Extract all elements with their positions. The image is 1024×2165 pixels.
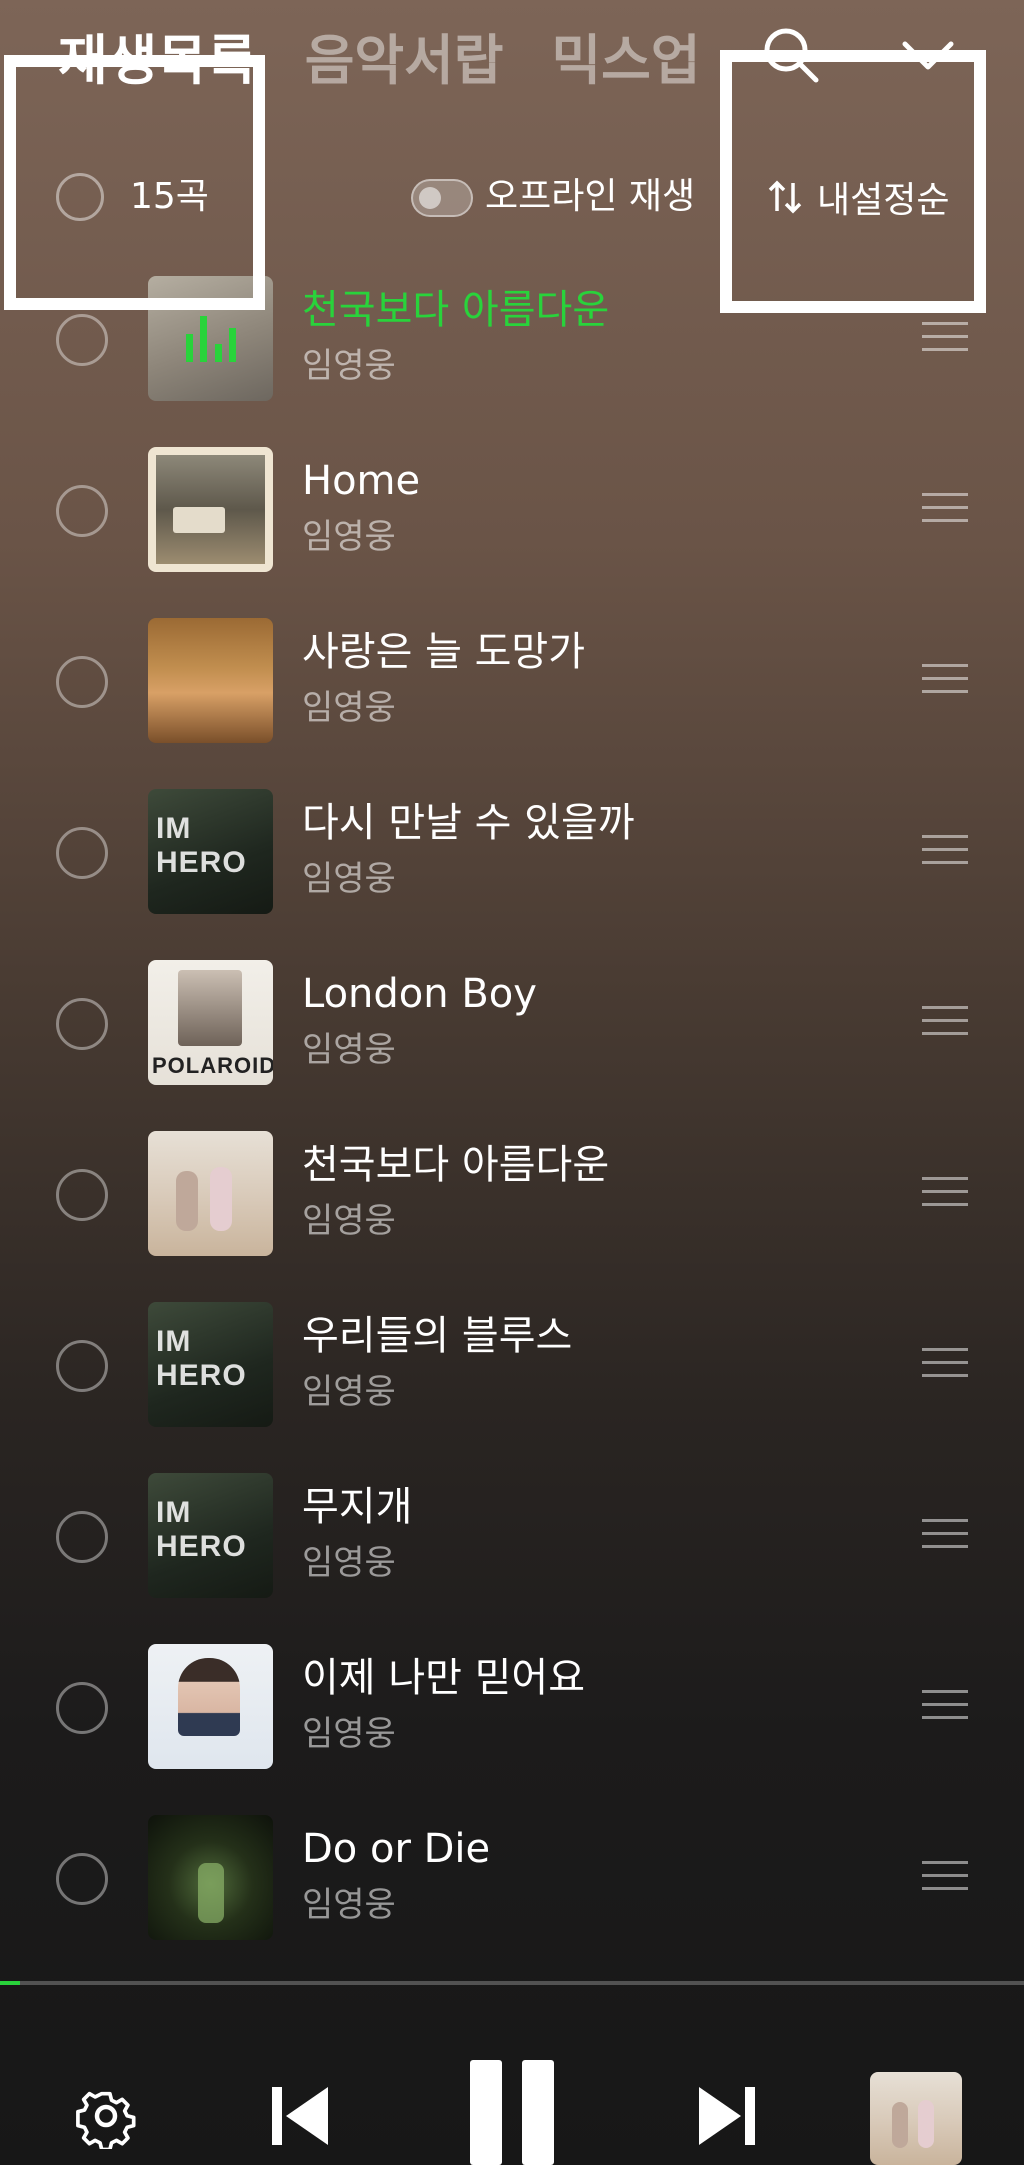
track-select-checkbox[interactable] [56,485,108,537]
now-playing-equalizer-icon [186,316,236,362]
track-artist: 임영웅 [302,688,396,728]
track-select-checkbox[interactable] [56,1340,108,1392]
drag-handle-icon[interactable] [922,322,968,354]
track-select-checkbox[interactable] [56,1682,108,1734]
track-select-checkbox[interactable] [56,314,108,366]
track-row[interactable]: Home 임영웅 [0,443,1024,614]
track-row[interactable]: POLAROID London Boy 임영웅 [0,956,1024,1127]
track-title: 무지개 [302,1484,413,1530]
album-art [148,447,273,572]
tab-playlist[interactable]: 재생목록 [58,16,257,95]
offline-play-label: 오프라인 재생 [485,176,696,217]
settings-gear-icon[interactable] [73,2083,139,2149]
search-icon[interactable] [758,22,824,88]
track-title: 다시 만날 수 있을까 [302,800,635,846]
track-row[interactable]: 이제 나만 믿어요 임영웅 [0,1640,1024,1811]
chevron-down-icon[interactable] [895,22,961,88]
track-list: 천국보다 아름다운 임영웅 Home 임영웅 사랑은 늘 도망가 임영웅 IM … [0,272,1024,1982]
tab-music-drawer[interactable]: 음악서랍 [305,16,504,95]
track-artist: 임영웅 [302,1714,396,1754]
track-row[interactable]: 천국보다 아름다운 임영웅 [0,272,1024,443]
previous-track-icon[interactable] [270,2083,332,2149]
track-artist: 임영웅 [302,1030,396,1070]
toggle-knob [419,187,441,209]
album-art-text: IM HERO [156,812,247,879]
album-art [148,276,273,401]
tab-mixup[interactable]: 믹스업 [551,16,700,95]
album-art-text: IM HERO [156,1496,247,1563]
playback-progress-bar[interactable] [0,1981,1024,1985]
now-playing-album-art[interactable] [870,2072,962,2165]
pause-button[interactable] [466,2060,558,2165]
track-select-checkbox[interactable] [56,1169,108,1221]
drag-handle-icon[interactable] [922,1177,968,1209]
track-row[interactable]: IM HERO 우리들의 블루스 임영웅 [0,1298,1024,1469]
track-artist: 임영웅 [302,1885,396,1925]
drag-handle-icon[interactable] [922,1006,968,1038]
track-row[interactable]: 천국보다 아름다운 임영웅 [0,1127,1024,1298]
album-art-text: IM HERO [156,1325,247,1392]
track-title: 사랑은 늘 도망가 [302,629,586,675]
sort-arrows-icon [768,180,802,214]
drag-handle-icon[interactable] [922,1861,968,1893]
album-art: IM HERO [148,1302,273,1427]
track-title: Home [302,458,421,504]
album-art [148,1644,273,1769]
track-select-checkbox[interactable] [56,1853,108,1905]
sort-button[interactable]: 내설정순 [765,170,949,224]
album-art: IM HERO [148,1473,273,1598]
track-title: 우리들의 블루스 [302,1313,573,1359]
track-artist: 임영웅 [302,1543,396,1583]
track-row[interactable]: IM HERO 무지개 임영웅 [0,1469,1024,1640]
track-select-checkbox[interactable] [56,656,108,708]
drag-handle-icon[interactable] [922,835,968,867]
drag-handle-icon[interactable] [922,493,968,525]
track-artist: 임영웅 [302,859,396,899]
album-art [148,618,273,743]
track-title: 천국보다 아름다운 [302,1142,610,1188]
album-art: IM HERO [148,789,273,914]
track-title: London Boy [302,971,537,1017]
track-artist: 임영웅 [302,1372,396,1412]
sort-label: 내설정순 [817,180,950,221]
track-title: 천국보다 아름다운 [302,287,610,333]
top-tab-bar: 재생목록 음악서랍 믹스업 [58,18,749,92]
album-art-text: POLAROID [152,1053,273,1078]
track-row[interactable]: IM HERO 다시 만날 수 있을까 임영웅 [0,785,1024,956]
track-title: 이제 나만 믿어요 [302,1655,586,1701]
offline-play-toggle[interactable] [411,179,473,217]
playback-progress-fill [0,1981,21,1985]
select-all-checkbox[interactable] [56,173,104,221]
drag-handle-icon[interactable] [922,1348,968,1380]
track-title: Do or Die [302,1826,491,1872]
track-select-checkbox[interactable] [56,827,108,879]
next-track-icon[interactable] [695,2083,757,2149]
track-artist: 임영웅 [302,1201,396,1241]
drag-handle-icon[interactable] [922,1690,968,1722]
album-art [148,1131,273,1256]
track-select-checkbox[interactable] [56,1511,108,1563]
track-count: 15곡 [130,176,209,217]
drag-handle-icon[interactable] [922,1519,968,1551]
album-art [148,1815,273,1940]
album-art: POLAROID [148,960,273,1085]
track-artist: 임영웅 [302,346,396,386]
track-row[interactable]: 사랑은 늘 도망가 임영웅 [0,614,1024,785]
track-select-checkbox[interactable] [56,998,108,1050]
track-row[interactable]: Do or Die 임영웅 [0,1811,1024,1982]
drag-handle-icon[interactable] [922,664,968,696]
track-artist: 임영웅 [302,517,396,557]
